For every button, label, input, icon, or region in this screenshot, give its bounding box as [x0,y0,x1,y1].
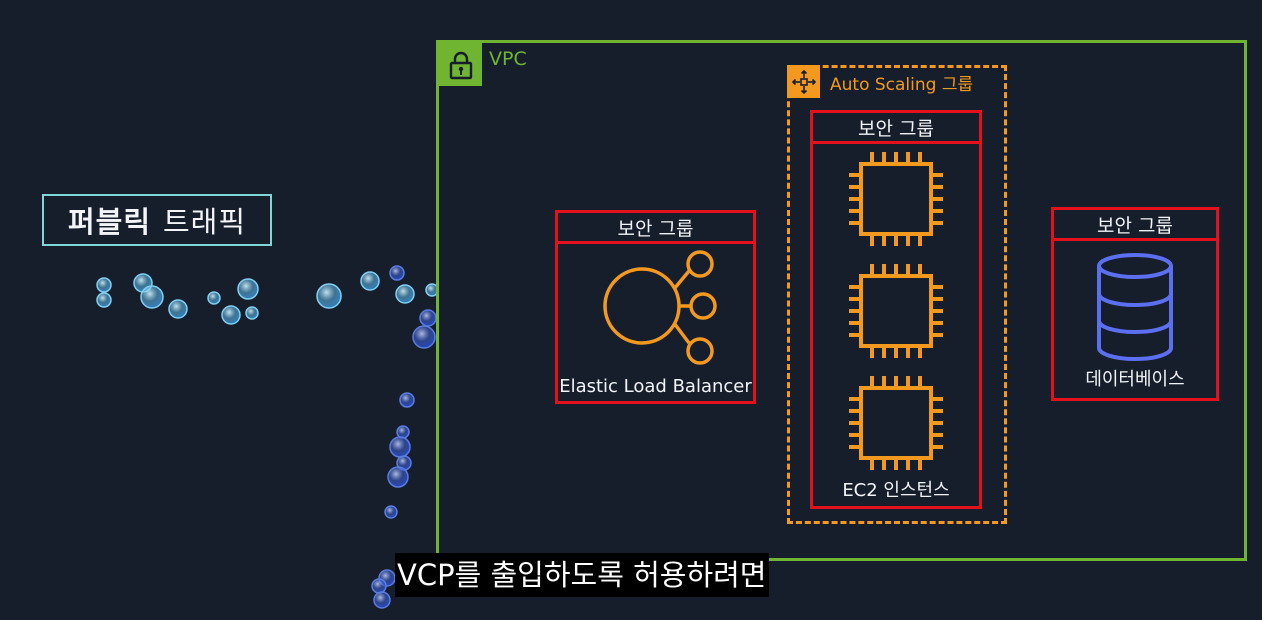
lock-icon [439,43,482,86]
public-traffic-normal: 트래픽 [163,205,247,239]
load-balancer-icon [603,250,717,365]
public-traffic-bold: 퍼블릭 [67,205,151,239]
ec2-chip-icon [849,152,943,246]
public-traffic-label: 퍼블릭 트래픽 [42,194,272,246]
security-group-elb: 보안 그룹 Elastic Load Balancer [555,210,756,404]
security-group-ec2: 보안 그룹 EC2 인스턴스 [810,110,982,509]
ec2-caption: EC2 인스턴스 [842,480,950,501]
ec2-chip-icon [849,264,943,358]
database-icon [1097,253,1173,361]
subtitle-caption: VCP를 출입하도록 허용하려면 [395,553,769,597]
vpc-label: VPC [489,48,527,70]
ec2-chip-icon [849,376,943,470]
auto-scaling-icon [787,65,820,98]
security-group-header: 보안 그룹 [813,113,979,144]
database-caption: 데이터베이스 [1085,369,1185,390]
security-group-database: 보안 그룹 데이터베이스 [1051,207,1219,401]
auto-scaling-label: Auto Scaling 그룹 [830,75,974,95]
elb-caption: Elastic Load Balancer [559,376,752,397]
security-group-header: 보안 그룹 [1054,210,1216,241]
security-group-header: 보안 그룹 [558,213,753,244]
bubble-row [96,265,439,349]
diagram-stage: 퍼블릭 트래픽 VPC Auto Scaling 그룹 보안 그룹 Elasti… [0,0,1262,620]
